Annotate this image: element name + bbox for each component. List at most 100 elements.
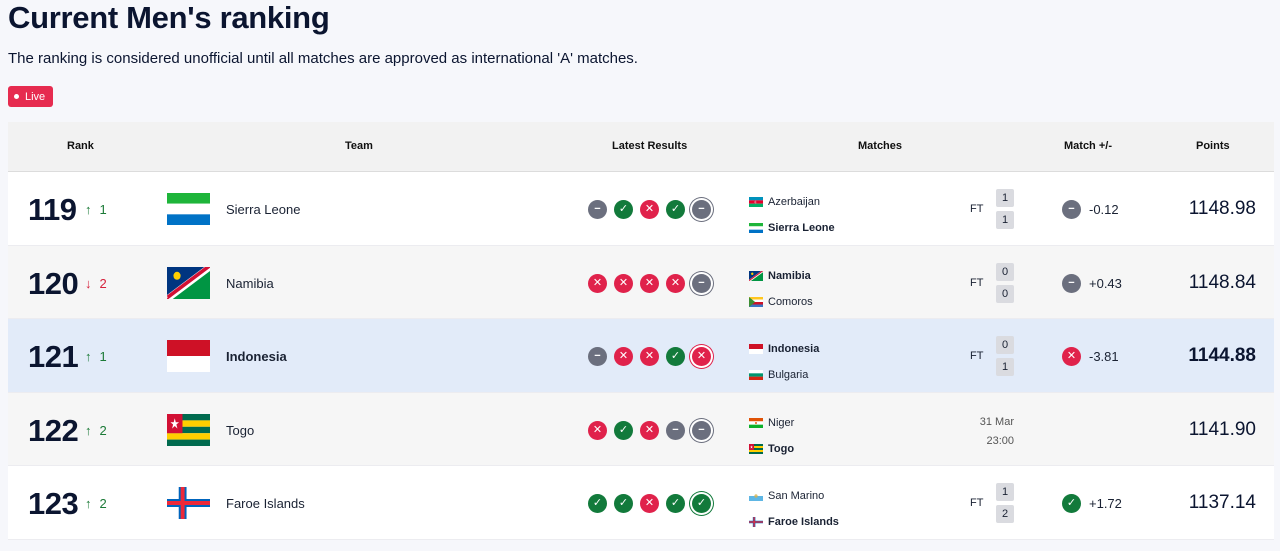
match-info[interactable]: Niger Togo (749, 410, 794, 462)
result-draw-icon[interactable]: − (666, 420, 685, 440)
result-draw-icon[interactable]: − (588, 347, 607, 366)
column-header-latest-results: Latest Results (612, 140, 688, 152)
team-name[interactable]: Indonesia (226, 349, 287, 364)
live-label: Live (25, 90, 46, 103)
result-draw-icon[interactable]: − (692, 200, 711, 219)
latest-results: − ✓ ✕ ✓ − (588, 200, 711, 219)
home-score: 0 (996, 262, 1014, 281)
result-loss-icon[interactable]: ✕ (640, 494, 659, 513)
sierra-leone-flag-icon (749, 223, 763, 233)
rank-movement: ↑ 1 (85, 202, 107, 217)
result-draw-icon[interactable]: − (692, 273, 711, 293)
result-loss-icon[interactable]: ✕ (640, 273, 659, 293)
match-info[interactable]: Azerbaijan Sierra Leone (749, 189, 835, 241)
azerbaijan-flag-icon (749, 197, 763, 207)
rank-number: 121 (28, 339, 79, 374)
result-draw-icon: − (1062, 273, 1081, 293)
table-header: Rank Team Latest Results Matches Match +… (8, 122, 1274, 172)
result-draw-icon[interactable]: − (588, 200, 607, 219)
match-points-change: − +0.43 (1062, 273, 1122, 293)
arrow-up-icon: ↑ (85, 496, 92, 511)
match-date: 31 Mar (979, 415, 1014, 428)
away-score: 2 (996, 505, 1014, 523)
result-loss-icon[interactable]: ✕ (640, 347, 659, 366)
result-loss-icon[interactable]: ✕ (640, 420, 659, 440)
home-score: 1 (996, 483, 1014, 501)
match-points-change: ✕ -3.81 (1062, 347, 1119, 366)
column-header-matches: Matches (858, 140, 903, 152)
home-score: 1 (996, 189, 1014, 207)
result-loss-icon[interactable]: ✕ (588, 420, 607, 440)
result-loss-icon: ✕ (1062, 347, 1081, 366)
match-info[interactable]: San Marino Faroe Islands (749, 483, 839, 535)
table-row[interactable]: 121 ↑ 1 Indonesia − ✕ ✕ ✓ ✕ Indonesia Bulgari… (8, 319, 1274, 393)
latest-results: ✓ ✓ ✕ ✓ ✓ (588, 494, 711, 513)
result-win-icon[interactable]: ✓ (614, 494, 633, 513)
home-team-name: Azerbaijan (768, 196, 820, 208)
niger-flag-icon (749, 417, 763, 428)
result-draw-icon[interactable]: − (692, 420, 711, 440)
match-info[interactable]: Namibia Comoros (749, 263, 813, 315)
result-loss-icon[interactable]: ✕ (666, 273, 685, 293)
result-win-icon[interactable]: ✓ (614, 420, 633, 440)
column-header-match-pm: Match +/- (1064, 140, 1112, 152)
team-name[interactable]: Togo (226, 423, 254, 438)
result-win-icon[interactable]: ✓ (666, 200, 685, 219)
comoros-flag-icon (749, 296, 763, 307)
table-row[interactable]: 119 ↑ 1 Sierra Leone − ✓ ✕ ✓ − Azerbaijan Sie… (8, 172, 1274, 246)
table-row[interactable]: 122 ↑ 2 Togo ✕ ✓ ✕ − − Niger Togo 31 Mar… (8, 392, 1274, 466)
result-win-icon[interactable]: ✓ (588, 494, 607, 513)
match-status: FT (970, 203, 984, 215)
rank-movement: ↓ 2 (85, 276, 107, 291)
away-team-name: Faroe Islands (768, 516, 839, 528)
team-points: 1141.90 (1188, 418, 1256, 440)
column-header-rank: Rank (67, 140, 94, 152)
result-loss-icon[interactable]: ✕ (588, 273, 607, 293)
match-status: FT (970, 350, 984, 362)
result-win-icon[interactable]: ✓ (666, 494, 685, 513)
match-info[interactable]: Indonesia Bulgaria (749, 336, 819, 388)
result-loss-icon[interactable]: ✕ (614, 273, 633, 293)
home-team-name: Indonesia (768, 343, 820, 355)
team-name[interactable]: Faroe Islands (226, 496, 305, 511)
result-win-icon[interactable]: ✓ (614, 200, 633, 219)
match-home-team: San Marino (749, 483, 839, 509)
indonesia-flag-icon (749, 344, 763, 354)
latest-results: ✕ ✕ ✕ ✕ − (588, 273, 711, 293)
team-name[interactable]: Sierra Leone (226, 202, 300, 217)
away-team-name: Bulgaria (768, 369, 809, 381)
latest-results: ✕ ✓ ✕ − − (588, 420, 711, 440)
match-schedule: 31 Mar 23:00 (968, 413, 1014, 451)
column-header-points: Points (1196, 140, 1230, 152)
column-header-team: Team (345, 140, 373, 152)
match-time: 23:00 (986, 434, 1014, 447)
rank-movement-value: 2 (99, 275, 107, 291)
away-score: 1 (996, 358, 1014, 376)
team-name[interactable]: Namibia (226, 276, 274, 291)
rank-movement: ↑ 2 (85, 496, 107, 511)
table-row[interactable]: 120 ↓ 2 Namibia ✕ ✕ ✕ ✕ − Namibia Comoros (8, 245, 1274, 319)
match-status: FT (970, 276, 984, 289)
home-team-name: Namibia (768, 269, 811, 282)
match-points-change: ✓ +1.72 (1062, 494, 1122, 513)
match-home-team: Indonesia (749, 336, 819, 362)
result-win-icon[interactable]: ✓ (692, 494, 711, 513)
match-points-change: − -0.12 (1062, 200, 1119, 219)
latest-results: − ✕ ✕ ✓ ✕ (588, 347, 711, 366)
ranking-table: Rank Team Latest Results Matches Match +… (8, 122, 1274, 540)
table-row[interactable]: 123 ↑ 2 Faroe Islands ✓ ✓ ✕ ✓ ✓ San Marino Fa… (8, 466, 1274, 540)
match-scores: 0 0 (996, 262, 1014, 303)
result-loss-icon[interactable]: ✕ (640, 200, 659, 219)
result-win-icon[interactable]: ✓ (666, 347, 685, 366)
live-badge[interactable]: Live (8, 86, 54, 107)
result-loss-icon[interactable]: ✕ (614, 347, 633, 366)
match-away-team: Comoros (749, 289, 813, 315)
san-marino-flag-icon (749, 491, 763, 501)
team-points: 1137.14 (1188, 492, 1256, 513)
result-draw-icon: − (1062, 200, 1081, 219)
rank-movement-value: 1 (99, 202, 107, 217)
points-change-value: -0.12 (1089, 202, 1119, 217)
away-score: 0 (996, 284, 1014, 303)
result-loss-icon[interactable]: ✕ (692, 347, 711, 366)
bulgaria-flag-icon (749, 370, 763, 380)
